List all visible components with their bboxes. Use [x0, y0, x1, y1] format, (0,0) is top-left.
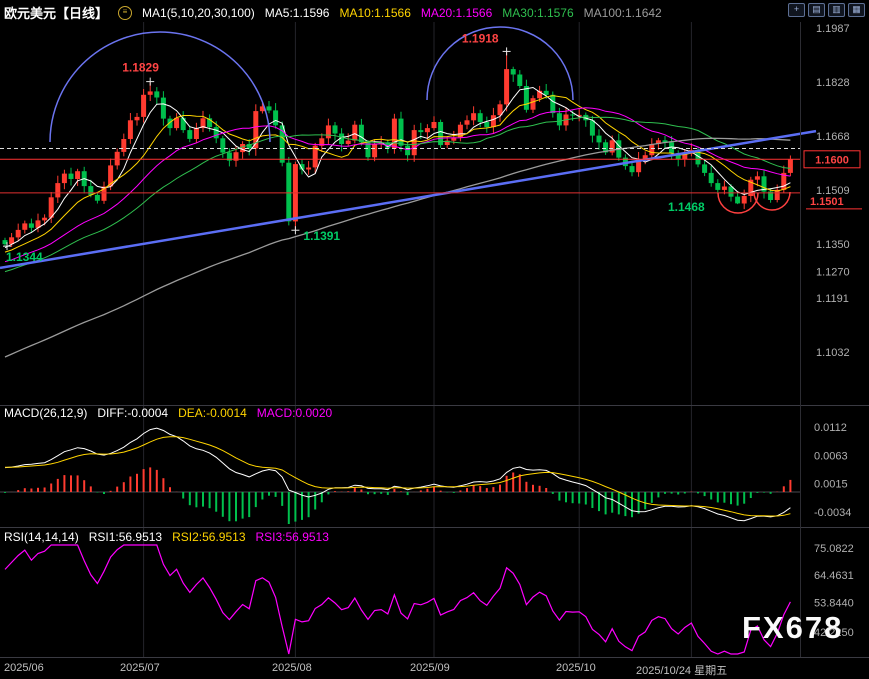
price-annotation: 1.1391	[303, 229, 340, 243]
fx678-watermark: FX678	[742, 610, 843, 646]
ma100-value: MA100:1.1642	[584, 6, 662, 20]
ma20-value: MA20:1.1566	[421, 6, 492, 20]
instrument-menu-icon[interactable]: ≡	[118, 6, 132, 20]
price-axis-label: 1.1270	[816, 266, 850, 278]
chart-canvas[interactable]: 1.1829 1.1918 1.1344 1.1391 1.1468 1.1987 1.18…	[0, 0, 869, 679]
layout-rows-icon[interactable]: ▤	[808, 3, 825, 17]
macd-axis-label: 0.0063	[814, 450, 848, 462]
time-axis-label: 2025/10	[556, 662, 596, 674]
chart-app: 1.1829 1.1918 1.1344 1.1391 1.1468 1.1987 1.18…	[0, 0, 869, 679]
price-annotation: 1.1344	[6, 250, 43, 264]
price-annotation: 1.1468	[668, 200, 705, 214]
macd-axis-label: -0.0034	[814, 507, 851, 519]
price-axis-label: 1.1987	[816, 23, 850, 35]
rsi-header: RSI(14,14,14) RSI1:56.9513 RSI2:56.9513 …	[4, 530, 329, 544]
ma5-value: MA5:1.1596	[265, 6, 330, 20]
window-toolbar: + ▤ ▥ ▦	[788, 3, 865, 17]
price-annotation: 1.1829	[122, 61, 159, 75]
rsi-axis-label: 75.0822	[814, 543, 854, 555]
add-panel-icon[interactable]: +	[788, 3, 805, 17]
support-price-label: 1.1501	[810, 196, 844, 208]
rsi3-value: RSI3:56.9513	[256, 530, 329, 544]
macd-title: MACD(26,12,9)	[4, 406, 87, 420]
layout-grid-icon[interactable]: ▦	[848, 3, 865, 17]
time-axis-label-current: 2025/10/24 星期五	[636, 662, 727, 678]
macd-hist-value: MACD:0.0020	[257, 406, 332, 420]
chart-titlebar: 欧元美元【日线】 ≡ MA1(5,10,20,30,100) MA5:1.159…	[4, 3, 662, 22]
ma-group-label: MA1(5,10,20,30,100)	[142, 6, 255, 20]
macd-axis-label: 0.0015	[814, 478, 848, 490]
time-axis-label: 2025/09	[410, 662, 450, 674]
layout-columns-icon[interactable]: ▥	[828, 3, 845, 17]
rsi-axis-label: 53.8440	[814, 597, 854, 609]
macd-diff-value: DIFF:-0.0004	[97, 406, 168, 420]
last-price-label: 1.1600	[815, 154, 849, 166]
ma10-value: MA10:1.1566	[339, 6, 410, 20]
macd-dea-value: DEA:-0.0014	[178, 406, 247, 420]
rsi1-value: RSI1:56.9513	[89, 530, 162, 544]
macd-header: MACD(26,12,9) DIFF:-0.0004 DEA:-0.0014 M…	[4, 406, 332, 420]
time-axis-label: 2025/07	[120, 662, 160, 674]
price-axis-label: 1.1350	[816, 239, 850, 251]
price-axis-label: 1.1828	[816, 77, 850, 89]
price-annotation: 1.1918	[462, 31, 499, 45]
ma30-value: MA30:1.1576	[502, 6, 573, 20]
rsi2-value: RSI2:56.9513	[172, 530, 245, 544]
price-axis-label: 1.1668	[816, 131, 850, 143]
macd-axis-label: 0.0112	[814, 422, 847, 434]
rsi-title: RSI(14,14,14)	[4, 530, 79, 544]
price-axis-label: 1.1032	[816, 347, 850, 359]
price-axis-label: 1.1191	[816, 293, 849, 305]
time-axis-label: 2025/08	[272, 662, 312, 674]
instrument-title: 欧元美元【日线】	[4, 3, 108, 22]
time-axis-label: 2025/06	[4, 662, 44, 674]
rsi-axis-label: 64.4631	[814, 570, 854, 582]
